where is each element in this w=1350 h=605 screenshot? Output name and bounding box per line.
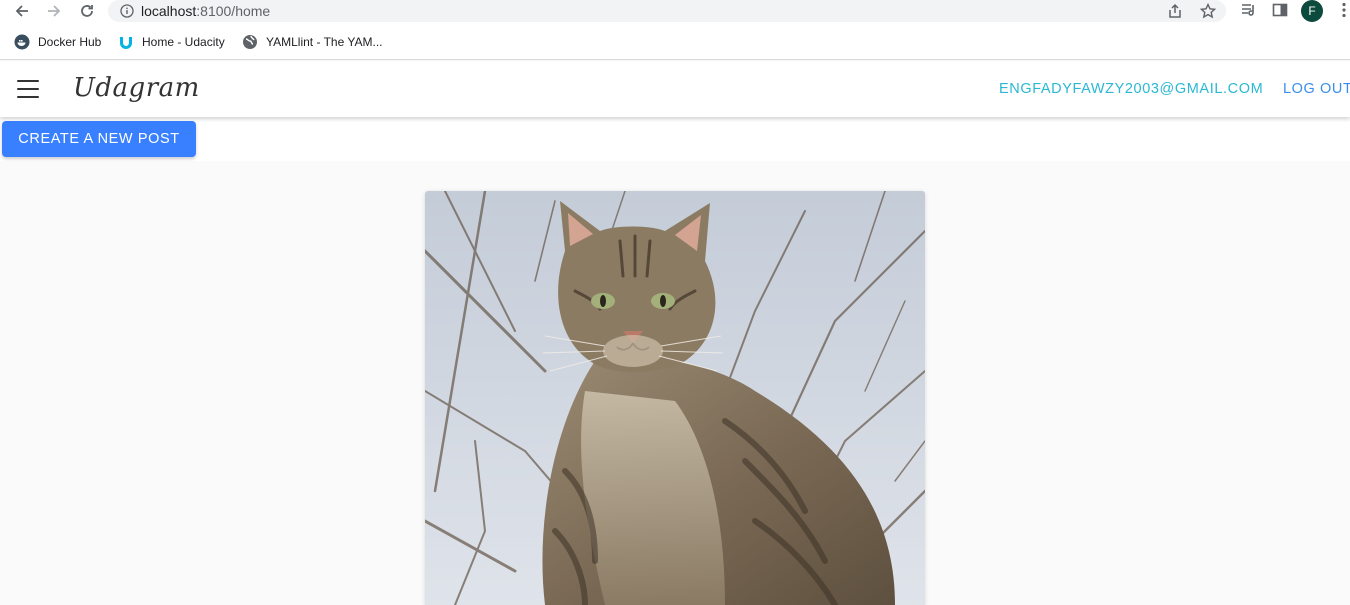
arrow-left-icon [15, 5, 28, 17]
browser-toolbar: localhost:8100/home F [0, 0, 1350, 24]
info-icon[interactable] [120, 4, 134, 18]
star-icon[interactable] [1199, 2, 1217, 20]
reading-list-icon[interactable] [1240, 1, 1258, 19]
side-panel-icon[interactable] [1271, 1, 1289, 19]
bookmark-yamllint[interactable]: YAMLlint - The YAM... [242, 33, 382, 51]
reload-icon [81, 5, 93, 17]
create-post-button[interactable]: CREATE A NEW POST [2, 121, 196, 157]
url-host: localhost [141, 3, 197, 19]
forward-button[interactable] [43, 0, 65, 22]
share-icon[interactable] [1166, 2, 1184, 20]
bookmarks-bar: Docker Hub Home - Udacity YAMLlint - The… [0, 24, 1350, 60]
bookmark-label: Docker Hub [38, 35, 102, 49]
address-bar[interactable]: localhost:8100/home [108, 0, 1226, 22]
url-path: :8100/home [196, 3, 271, 19]
reload-button[interactable] [76, 0, 98, 22]
kebab-menu-icon[interactable] [1335, 1, 1350, 19]
brand-logo: Udagram [73, 73, 200, 103]
bookmark-udacity[interactable]: Home - Udacity [118, 33, 225, 51]
feed-item-card [425, 191, 925, 605]
docker-icon [14, 34, 30, 50]
logout-button[interactable]: LOG OUT [1283, 81, 1350, 97]
profile-avatar[interactable]: F [1301, 0, 1323, 22]
bookmark-label: Home - Udacity [142, 35, 225, 49]
bookmark-docker-hub[interactable]: Docker Hub [14, 33, 101, 51]
arrow-right-icon [48, 5, 61, 17]
user-email-link[interactable]: ENGFADYFAWZY2003@GMAIL.COM [999, 81, 1263, 97]
globe-icon [242, 34, 258, 50]
app-header: Udagram ENGFADYFAWZY2003@GMAIL.COM LOG O… [0, 61, 1350, 117]
back-button[interactable] [11, 0, 33, 22]
udacity-icon [118, 34, 134, 50]
content-toolbar: CREATE A NEW POST [0, 117, 1350, 161]
hamburger-menu-icon[interactable] [17, 80, 39, 98]
feed-item-image [425, 191, 925, 605]
bookmark-label: YAMLlint - The YAM... [266, 35, 383, 49]
